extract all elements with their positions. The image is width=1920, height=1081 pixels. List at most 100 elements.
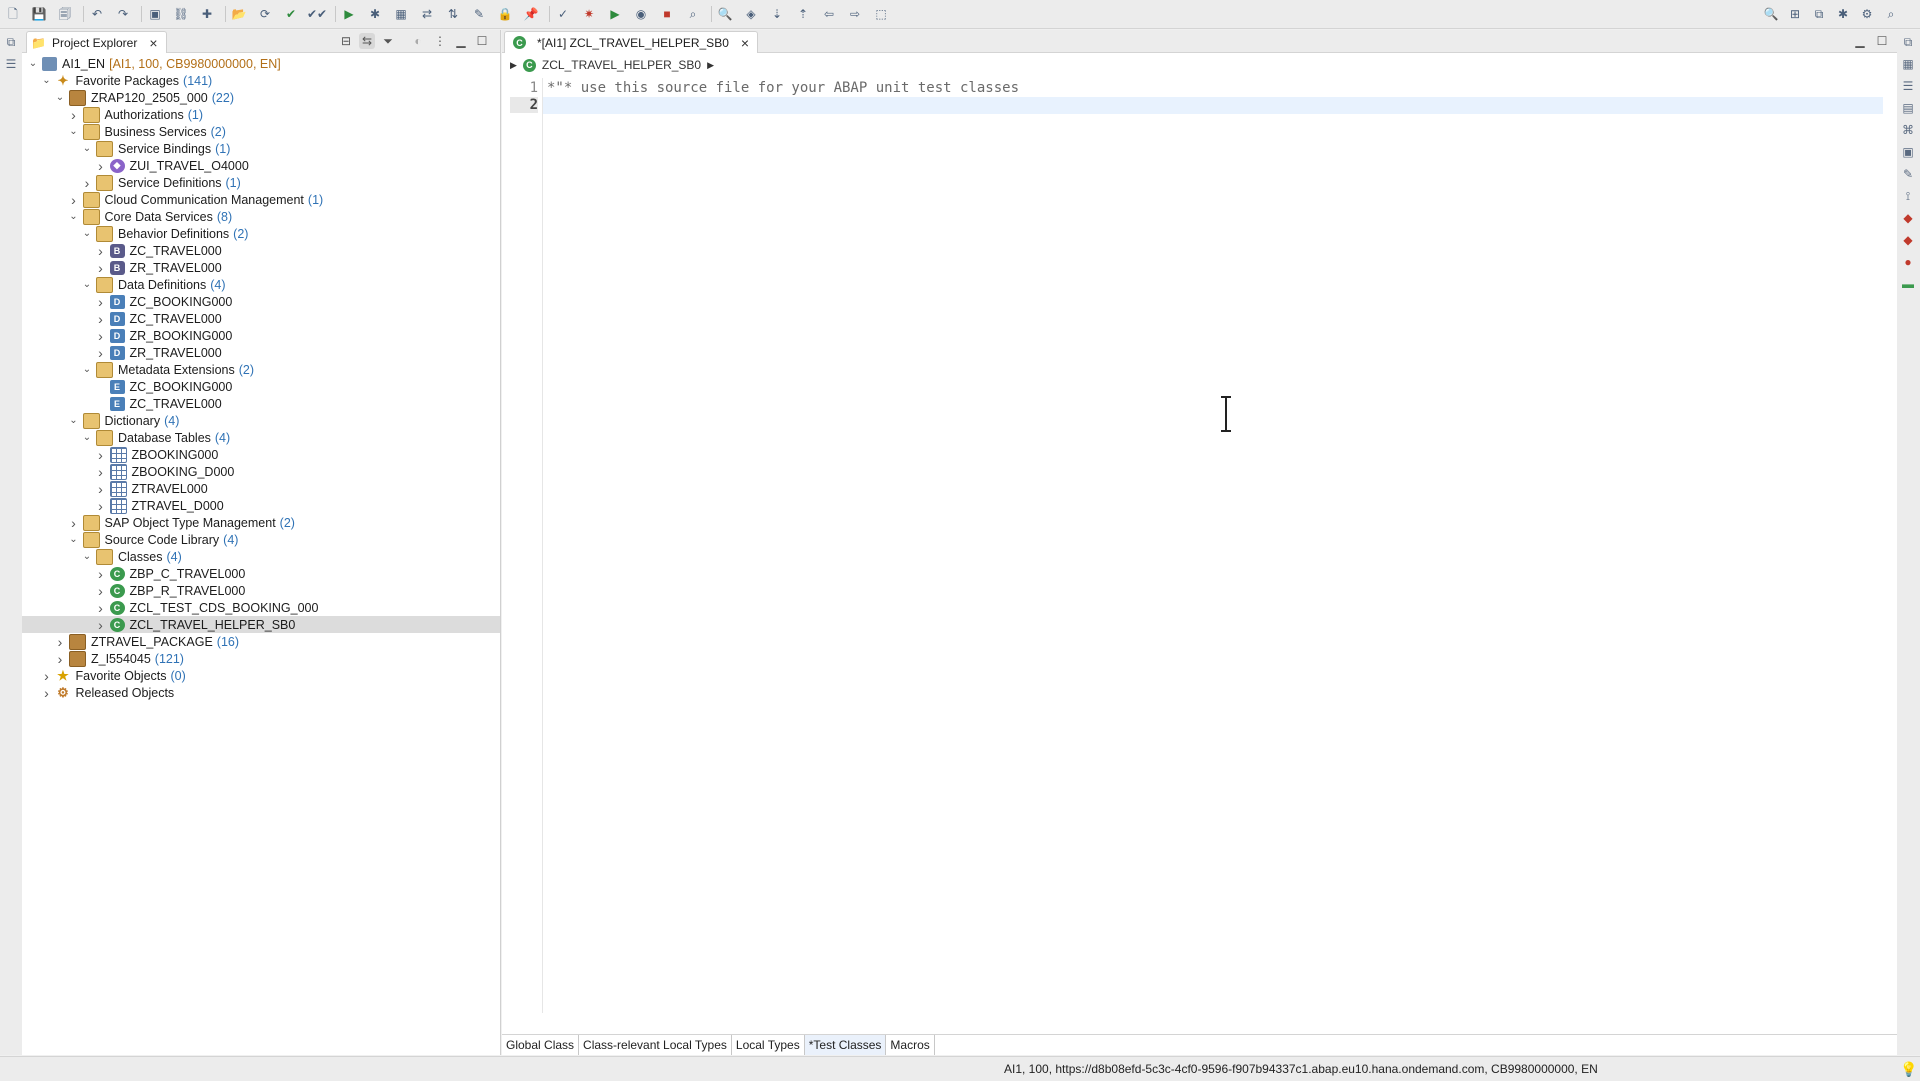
chevron-right-icon[interactable]: ›	[40, 668, 54, 684]
new-icon[interactable]: 🗋	[4, 5, 22, 23]
open-abap-icon[interactable]: 📂	[230, 5, 248, 23]
bookmark-icon[interactable]: ✎	[1900, 166, 1916, 182]
open-type-icon[interactable]: ⌕	[684, 5, 702, 23]
lock-icon[interactable]: 🔒	[496, 5, 514, 23]
search-perspective-icon[interactable]: ⌕	[1882, 5, 1900, 23]
tree-item[interactable]: ⌄ ✦ Favorite Packages (141)	[22, 72, 500, 89]
chevron-right-icon[interactable]: ›	[94, 345, 108, 361]
tree-item[interactable]: › D ZR_TRAVEL000	[22, 344, 500, 361]
minimize-icon[interactable]: ▁	[1852, 33, 1868, 49]
bug-icon[interactable]: ✷	[580, 5, 598, 23]
chevron-down-icon[interactable]: ⌄	[40, 74, 54, 88]
project-explorer-tab[interactable]: 📁 Project Explorer ×	[26, 31, 167, 53]
outline-view-icon[interactable]: ☰	[1900, 78, 1916, 94]
tree-item[interactable]: › ZBOOKING_D000	[22, 463, 500, 480]
undo-icon[interactable]: ↶	[88, 5, 106, 23]
problems-icon[interactable]: ◆	[1900, 210, 1916, 226]
back-icon[interactable]: ⇦	[820, 5, 838, 23]
outline-view-icon[interactable]: ☰	[3, 56, 19, 72]
chevron-right-icon[interactable]: ›	[94, 328, 108, 344]
tree-item[interactable]: ⌄ Metadata Extensions (2)	[22, 361, 500, 378]
code-line[interactable]: *"* use this source file for your ABAP u…	[547, 80, 1019, 97]
edit-icon[interactable]: ✎	[470, 5, 488, 23]
tree-item[interactable]: › ★ Favorite Objects (0)	[22, 667, 500, 684]
tree-item[interactable]: › C ZCL_TRAVEL_HELPER_SB0	[22, 616, 500, 633]
open-perspective-icon[interactable]: ⊞	[1786, 5, 1804, 23]
chevron-right-icon[interactable]: ›	[94, 498, 108, 514]
settings-icon[interactable]: ⚙	[1858, 5, 1876, 23]
tree-item[interactable]: ⌄ Data Definitions (4)	[22, 276, 500, 293]
chevron-right-icon[interactable]: ›	[94, 464, 108, 480]
restore-icon[interactable]: ⧉	[3, 34, 19, 50]
sync-icon[interactable]: ⇅	[444, 5, 462, 23]
breadcrumb[interactable]: ▶ C ZCL_TRAVEL_HELPER_SB0 ▶	[510, 56, 714, 74]
tree-item[interactable]: E ZC_TRAVEL000	[22, 395, 500, 412]
annotation-icon[interactable]: ◈	[742, 5, 760, 23]
tree-item[interactable]: › Authorizations (1)	[22, 106, 500, 123]
chevron-down-icon[interactable]: ⌄	[67, 125, 81, 139]
tree-item[interactable]: › B ZR_TRAVEL000	[22, 259, 500, 276]
chevron-right-icon[interactable]: ›	[94, 311, 108, 327]
tree-item[interactable]: ⌄ Dictionary (4)	[22, 412, 500, 429]
prev-annotation-icon[interactable]: ⇡	[794, 5, 812, 23]
activate-icon[interactable]: ✔	[282, 5, 300, 23]
tree-item[interactable]: › ZTRAVEL_PACKAGE (16)	[22, 633, 500, 650]
save-icon[interactable]: 💾	[30, 5, 48, 23]
tree-item[interactable]: › SAP Object Type Management (2)	[22, 514, 500, 531]
tree-item[interactable]: › C ZBP_C_TRAVEL000	[22, 565, 500, 582]
close-icon[interactable]: ×	[149, 36, 157, 50]
chevron-right-icon[interactable]: ›	[94, 481, 108, 497]
chevron-right-icon[interactable]: ›	[53, 634, 67, 650]
save-all-icon[interactable]: 🗐	[56, 5, 74, 23]
chevron-right-icon[interactable]: ▶	[510, 60, 517, 71]
tree-item[interactable]: › Z_I554045 (121)	[22, 650, 500, 667]
abap-perspective-icon[interactable]: ⧉	[1810, 5, 1828, 23]
book-icon[interactable]: ▤	[1900, 100, 1916, 116]
chevron-down-icon[interactable]: ⌄	[67, 533, 81, 547]
chevron-right-icon[interactable]: ›	[67, 192, 81, 208]
chevron-right-icon[interactable]: ›	[53, 651, 67, 667]
chevron-down-icon[interactable]: ⌄	[80, 431, 94, 445]
link-icon[interactable]: ⛓	[172, 5, 190, 23]
tree-item[interactable]: ⌄ Service Bindings (1)	[22, 140, 500, 157]
chevron-right-icon[interactable]: ›	[94, 294, 108, 310]
share-icon[interactable]: ⟟	[1900, 188, 1916, 204]
chevron-right-icon[interactable]: ›	[94, 566, 108, 582]
debug-perspective-icon[interactable]: ✱	[1834, 5, 1852, 23]
new-abap-object-icon[interactable]: ✚	[198, 5, 216, 23]
tree-item[interactable]: › C ZCL_TEST_CDS_BOOKING_000	[22, 599, 500, 616]
editor-tab[interactable]: C *[AI1] ZCL_TRAVEL_HELPER_SB0 ×	[504, 31, 759, 53]
atc-icon[interactable]: ◆	[1900, 232, 1916, 248]
tree-item[interactable]: › ⚙ Released Objects	[22, 684, 500, 701]
breadcrumb-class[interactable]: ZCL_TRAVEL_HELPER_SB0	[542, 58, 701, 72]
maximize-icon[interactable]: ☐	[474, 33, 490, 49]
chevron-down-icon[interactable]: ⌄	[67, 210, 81, 224]
tree-item[interactable]: › D ZC_TRAVEL000	[22, 310, 500, 327]
editor-page-tab[interactable]: Global Class	[502, 1035, 580, 1055]
run-menu-icon[interactable]: ▶	[606, 5, 624, 23]
refresh-icon[interactable]: ⟳	[256, 5, 274, 23]
tree-item[interactable]: › ZTRAVEL_D000	[22, 497, 500, 514]
feed-reader-icon[interactable]: ●	[1900, 254, 1916, 270]
chevron-down-icon[interactable]: ⌄	[80, 363, 94, 377]
code-area[interactable]: *"* use this source file for your ABAP u…	[542, 78, 1888, 1013]
tree-item[interactable]: ⌄ ZRAP120_2505_000 (22)	[22, 89, 500, 106]
tree-item[interactable]: › Service Definitions (1)	[22, 174, 500, 191]
filter-icon[interactable]: ⏷	[380, 33, 396, 49]
tree-item[interactable]: › ZTRAVEL000	[22, 480, 500, 497]
run-icon[interactable]: ▶	[340, 5, 358, 23]
tree-item[interactable]: ⌄ Source Code Library (4)	[22, 531, 500, 548]
maximize-icon[interactable]: ☐	[1874, 33, 1890, 49]
chevron-right-icon[interactable]: ›	[40, 685, 54, 701]
focus-icon[interactable]: ◐	[410, 33, 426, 49]
stop-icon[interactable]: ■	[658, 5, 676, 23]
tree-item[interactable]: › C ZBP_R_TRAVEL000	[22, 582, 500, 599]
chevron-right-icon[interactable]: ›	[94, 583, 108, 599]
editor-page-tab[interactable]: Class-relevant Local Types	[579, 1035, 732, 1055]
link-with-editor-icon[interactable]: ⇆	[359, 33, 375, 49]
editor-page-tab[interactable]: Macros	[886, 1035, 935, 1055]
tree-item[interactable]: › ◆ ZUI_TRAVEL_O4000	[22, 157, 500, 174]
feed-icon[interactable]: ⌘	[1900, 122, 1916, 138]
editor-page-tab[interactable]: Local Types	[732, 1035, 805, 1055]
activate-all-icon[interactable]: ✔✔	[307, 5, 327, 23]
